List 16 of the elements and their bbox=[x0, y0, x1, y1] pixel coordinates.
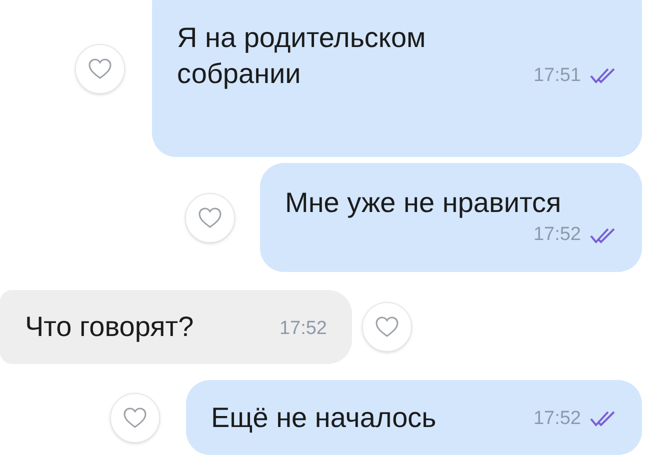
message-text: Что говорят? bbox=[25, 310, 194, 344]
like-button[interactable] bbox=[185, 192, 235, 242]
like-button[interactable] bbox=[110, 392, 160, 442]
message-time: 17:52 bbox=[533, 407, 581, 431]
heart-icon bbox=[375, 316, 399, 338]
like-button[interactable] bbox=[75, 44, 125, 94]
message-text: Ещё не началось bbox=[211, 400, 436, 435]
heart-icon bbox=[123, 406, 147, 428]
message-time: 17:51 bbox=[533, 64, 581, 88]
heart-icon bbox=[88, 58, 112, 80]
message-time: 17:52 bbox=[279, 316, 327, 340]
heart-icon bbox=[198, 206, 222, 228]
message-time: 17:52 bbox=[533, 223, 581, 248]
message-text: Мне уже не нравится bbox=[285, 186, 562, 220]
message-text: Я на родительском собрании bbox=[177, 21, 427, 91]
like-button[interactable] bbox=[362, 302, 412, 352]
